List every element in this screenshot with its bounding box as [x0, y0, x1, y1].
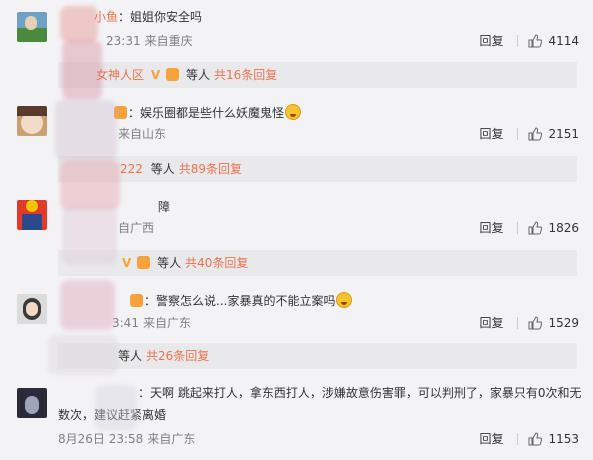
avatar[interactable] [17, 12, 47, 42]
thumbs-up-icon[interactable] [528, 127, 543, 141]
badge-icon [137, 256, 151, 269]
reply-button[interactable]: 回复 [479, 220, 503, 236]
comment-source: 来自山东 [118, 127, 167, 141]
comment-source: 来自重庆 [144, 34, 193, 48]
like-count: 2151 [548, 127, 579, 141]
comment-text: 障 [58, 198, 170, 216]
reply-summary-user[interactable]: 女神人区 [96, 68, 144, 82]
comment-meta: 自广西 [118, 220, 154, 236]
comment-text: ：天啊 跳起来打人，拿东西打人，涉嫌故意伤害罪，可以判刑了，家暴只有0次和无 [58, 384, 581, 402]
reply-button[interactable]: 回复 [479, 33, 503, 49]
comment-source: 来自广东 [142, 316, 191, 330]
badge-icon [130, 294, 143, 307]
comment-time: 8月26日 23:58 [58, 432, 144, 446]
reply-button[interactable]: 回复 [479, 126, 503, 142]
comment-body: ：警察怎么说...家暴真的不能立案吗 [144, 294, 336, 308]
reply-summary-suffix: 等人 [157, 256, 182, 270]
reply-summary-bar[interactable]: 女神人区 V 等人 共16条回复 [58, 62, 577, 88]
comment-actions: 回复 1153 [479, 431, 579, 447]
reply-button[interactable]: 回复 [479, 431, 503, 447]
thumbs-up-icon[interactable] [528, 34, 543, 48]
avatar[interactable] [17, 200, 47, 230]
reply-summary-suffix: 等人 [118, 349, 143, 363]
thumbs-up-icon[interactable] [528, 221, 543, 235]
reply-summary-bar[interactable]: 等人 共26条回复 [58, 343, 577, 369]
action-divider [517, 128, 519, 140]
reply-summary-suffix: 等人 [185, 68, 210, 82]
badge-icon [114, 106, 127, 119]
like-count: 4114 [548, 34, 579, 48]
action-divider [517, 35, 519, 47]
comment-text: 小鱼：姐姐你安全吗 [58, 8, 202, 26]
comment-actions: 回复 1529 [479, 315, 579, 331]
like-count: 1153 [548, 432, 579, 446]
comment-time: 23:31 [106, 34, 141, 48]
reply-summary-bar[interactable]: 222 等人 共89条回复 [58, 156, 577, 182]
reply-summary-bar[interactable]: V 等人 共40条回复 [58, 250, 577, 276]
action-divider [517, 317, 519, 329]
comment-source: 自广西 [118, 221, 155, 235]
avatar[interactable] [17, 294, 47, 324]
reply-count-link[interactable]: 共89条回复 [179, 162, 242, 176]
comment-body: ：天啊 跳起来打人，拿东西打人，涉嫌故意伤害罪，可以判刑了，家暴只有0次和无 [138, 386, 582, 400]
reply-button[interactable]: 回复 [479, 315, 503, 331]
thumbs-up-icon[interactable] [528, 432, 543, 446]
comment-text-continued: 数次，建议赶紧离婚 [58, 406, 166, 424]
reply-count-link[interactable]: 共26条回复 [146, 349, 209, 363]
avatar[interactable] [17, 388, 47, 418]
comment-meta: 3:41 来自广东 [112, 315, 191, 331]
comment-actions: 回复 4114 [479, 33, 579, 49]
comment-meta: 23:31 来自重庆 [106, 33, 193, 49]
comment-body-line-2: 数次，建议赶紧离婚 [58, 408, 167, 422]
comment-body: ：姐姐你安全吗 [118, 10, 203, 24]
action-divider [517, 433, 519, 445]
reply-summary-user[interactable]: 222 [120, 162, 143, 176]
avatar[interactable] [17, 106, 47, 136]
like-count: 1529 [548, 316, 579, 330]
vip-icon: V [122, 256, 132, 270]
badge-icon [166, 68, 180, 81]
comment-text: ：警察怎么说...家暴真的不能立案吗 [58, 292, 353, 310]
comment-time: 3:41 [112, 316, 139, 330]
vip-icon: V [150, 68, 161, 82]
comment-meta: 来自山东 [118, 126, 166, 142]
action-divider [517, 222, 519, 234]
comment-username[interactable]: 小鱼 [94, 10, 118, 24]
comment-body: 障 [158, 200, 171, 214]
like-count: 1826 [548, 221, 579, 235]
thumbs-up-icon[interactable] [528, 316, 543, 330]
comment-actions: 回复 1826 [479, 220, 579, 236]
comment-body: ：娱乐圈都是些什么妖魔鬼怪 [128, 106, 285, 120]
laughing-emoji-icon [285, 104, 302, 120]
reply-count-link[interactable]: 共16条回复 [214, 68, 277, 82]
comment-source: 来自广东 [147, 432, 196, 446]
comment-actions: 回复 2151 [479, 126, 579, 142]
comment-text: ：娱乐圈都是些什么妖魔鬼怪 [58, 104, 302, 122]
angry-emoji-icon [336, 292, 353, 308]
comment-meta: 8月26日 23:58 来自广东 [58, 431, 195, 447]
reply-count-link[interactable]: 共40条回复 [185, 256, 248, 270]
reply-summary-suffix: 等人 [150, 162, 175, 176]
